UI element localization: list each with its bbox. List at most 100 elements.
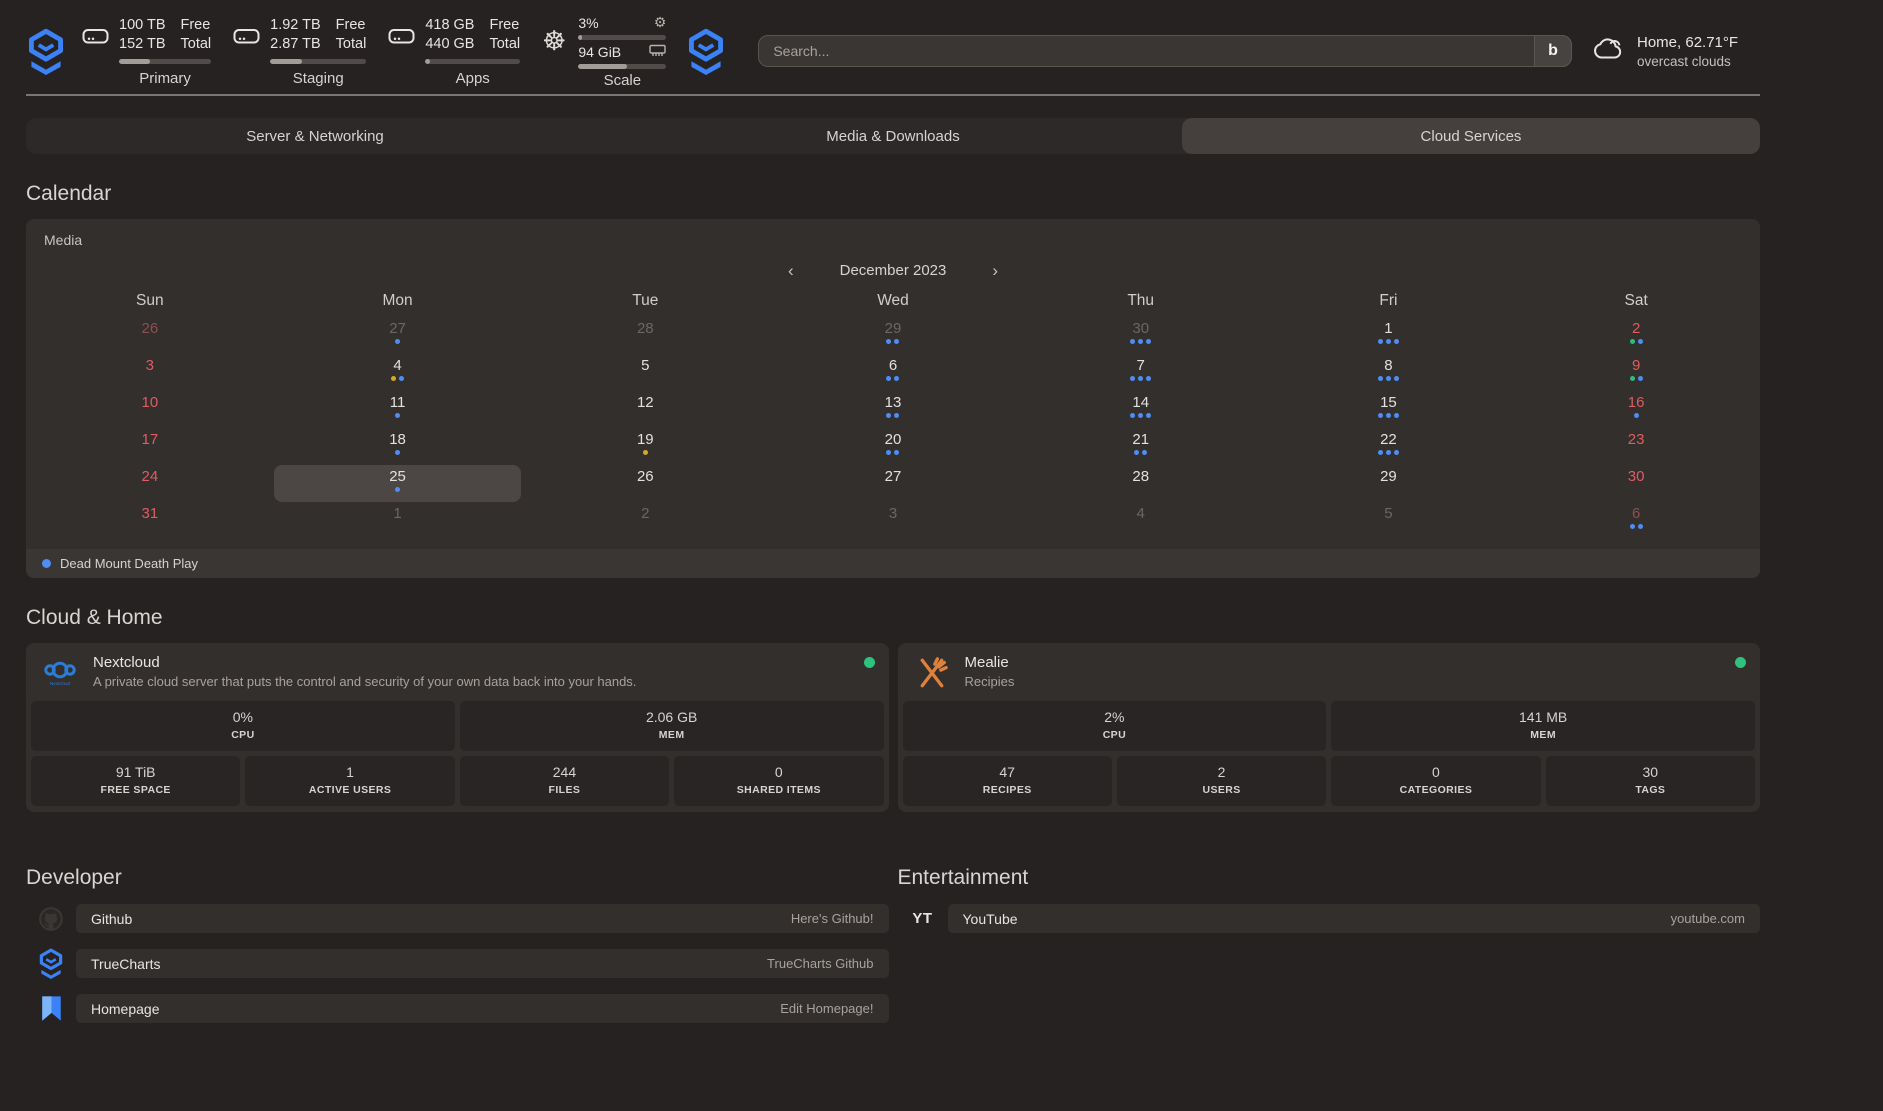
calendar-day-21[interactable]: 21	[1017, 428, 1265, 465]
calendar-day-3[interactable]: 3	[769, 502, 1017, 539]
calendar-day-5[interactable]: 5	[521, 354, 769, 391]
calendar-day-19[interactable]: 19	[521, 428, 769, 465]
calendar-day-6[interactable]: 6	[769, 354, 1017, 391]
stat-label: USERS	[1117, 784, 1326, 796]
resource-usage-bar	[270, 59, 366, 64]
calendar-day-13[interactable]: 13	[769, 391, 1017, 428]
calendar-day-18[interactable]: 18	[274, 428, 522, 465]
tab-media-downloads[interactable]: Media & Downloads	[604, 118, 1182, 154]
day-number: 10	[142, 394, 159, 411]
calendar-day-26[interactable]: 26	[521, 465, 769, 502]
stat-label: CATEGORIES	[1331, 784, 1540, 796]
scale-cpu-bar	[578, 35, 666, 40]
calendar-day-4[interactable]: 4	[1017, 502, 1265, 539]
calendar-day-27[interactable]: 27	[769, 465, 1017, 502]
chevron-right-icon[interactable]: ›	[992, 262, 998, 279]
calendar-day-28[interactable]: 28	[521, 317, 769, 354]
calendar-day-8[interactable]: 8	[1265, 354, 1513, 391]
bookmark-github[interactable]: GithubHere's Github!	[76, 904, 889, 933]
calendar-day-14[interactable]: 14	[1017, 391, 1265, 428]
calendar-day-15[interactable]: 15	[1265, 391, 1513, 428]
calendar-day-11[interactable]: 11	[274, 391, 522, 428]
bookmark-homepage[interactable]: HomepageEdit Homepage!	[76, 994, 889, 1023]
mealie-icon	[912, 654, 952, 692]
stat-value: 2	[1117, 764, 1326, 780]
day-event-dots	[1634, 413, 1639, 418]
calendar-day-10[interactable]: 10	[26, 391, 274, 428]
day-event-dots	[1378, 413, 1399, 418]
calendar-day-7[interactable]: 7	[1017, 354, 1265, 391]
truecharts-logo-icon	[26, 28, 66, 75]
chevron-left-icon[interactable]: ‹	[788, 262, 794, 279]
day-event-dots	[395, 487, 400, 492]
stat-categories: 0CATEGORIES	[1331, 756, 1540, 806]
tab-cloud-services[interactable]: Cloud Services	[1182, 118, 1760, 154]
calendar-day-4[interactable]: 4	[274, 354, 522, 391]
search-input[interactable]	[758, 35, 1572, 67]
day-number: 20	[885, 431, 902, 448]
day-number: 29	[1380, 468, 1397, 485]
bookmark-youtube[interactable]: YouTubeyoutube.com	[948, 904, 1761, 933]
calendar-day-2[interactable]: 2	[521, 502, 769, 539]
calendar-day-12[interactable]: 12	[521, 391, 769, 428]
day-number: 29	[885, 320, 902, 337]
yt-icon: YT	[898, 910, 948, 927]
day-event-dots	[395, 339, 400, 344]
calendar-day-26[interactable]: 26	[26, 317, 274, 354]
calendar-day-20[interactable]: 20	[769, 428, 1017, 465]
calendar-day-9[interactable]: 9	[1512, 354, 1760, 391]
event-dot	[886, 450, 891, 455]
weekday-fri: Fri	[1265, 292, 1513, 310]
resource-key: Total	[489, 35, 520, 54]
scale-mem-value: 94 GiB	[578, 44, 621, 60]
calendar-day-23[interactable]: 23	[1512, 428, 1760, 465]
bookmark-truecharts[interactable]: TrueChartsTrueCharts Github	[76, 949, 889, 978]
resource-usage-fill	[425, 59, 430, 64]
calendar-day-31[interactable]: 31	[26, 502, 274, 539]
calendar-day-27[interactable]: 27	[274, 317, 522, 354]
calendar-day-22[interactable]: 22	[1265, 428, 1513, 465]
service-link-mealie[interactable]: MealieRecipies	[898, 643, 1761, 701]
day-number: 21	[1132, 431, 1149, 448]
calendar-day-16[interactable]: 16	[1512, 391, 1760, 428]
service-name: Nextcloud	[93, 654, 636, 671]
search-bar: b	[758, 35, 1572, 67]
calendar-day-30[interactable]: 30	[1017, 317, 1265, 354]
resource-widget-apps: 418 GB440 GBFreeTotalApps	[388, 16, 520, 87]
calendar-day-29[interactable]: 29	[769, 317, 1017, 354]
event-dot	[395, 339, 400, 344]
calendar-day-30[interactable]: 30	[1512, 465, 1760, 502]
calendar-day-28[interactable]: 28	[1017, 465, 1265, 502]
resource-key: Free	[181, 16, 212, 35]
bookmark-description: youtube.com	[1671, 911, 1745, 926]
svg-text:Nextcloud: Nextcloud	[50, 681, 71, 686]
event-dot	[395, 413, 400, 418]
weekday-tue: Tue	[521, 292, 769, 310]
stat-value: 1	[245, 764, 454, 780]
day-number: 8	[1384, 357, 1392, 374]
calendar-day-25[interactable]: 25	[274, 465, 522, 502]
calendar-day-1[interactable]: 1	[274, 502, 522, 539]
calendar-day-29[interactable]: 29	[1265, 465, 1513, 502]
event-dot	[395, 487, 400, 492]
tab-server-networking[interactable]: Server & Networking	[26, 118, 604, 154]
stat-label: SHARED ITEMS	[674, 784, 883, 796]
resource-widget-primary: 100 TB152 TBFreeTotalPrimary	[82, 16, 211, 87]
day-number: 26	[142, 320, 159, 337]
calendar-grid: 2627282930123456789101112131415161718192…	[26, 317, 1760, 539]
day-number: 2	[1632, 320, 1640, 337]
calendar-day-24[interactable]: 24	[26, 465, 274, 502]
calendar-day-5[interactable]: 5	[1265, 502, 1513, 539]
service-link-nextcloud[interactable]: NextcloudNextcloudA private cloud server…	[26, 643, 889, 701]
search-provider-button[interactable]: b	[1534, 35, 1572, 67]
calendar-day-1[interactable]: 1	[1265, 317, 1513, 354]
calendar-day-3[interactable]: 3	[26, 354, 274, 391]
event-dot	[1394, 450, 1399, 455]
calendar-day-2[interactable]: 2	[1512, 317, 1760, 354]
calendar-day-17[interactable]: 17	[26, 428, 274, 465]
day-number: 11	[390, 394, 406, 411]
calendar-day-6[interactable]: 6	[1512, 502, 1760, 539]
event-dot	[1130, 339, 1135, 344]
stat-mem: 2.06 GBMEM	[460, 701, 884, 751]
service-description: Recipies	[965, 674, 1015, 689]
